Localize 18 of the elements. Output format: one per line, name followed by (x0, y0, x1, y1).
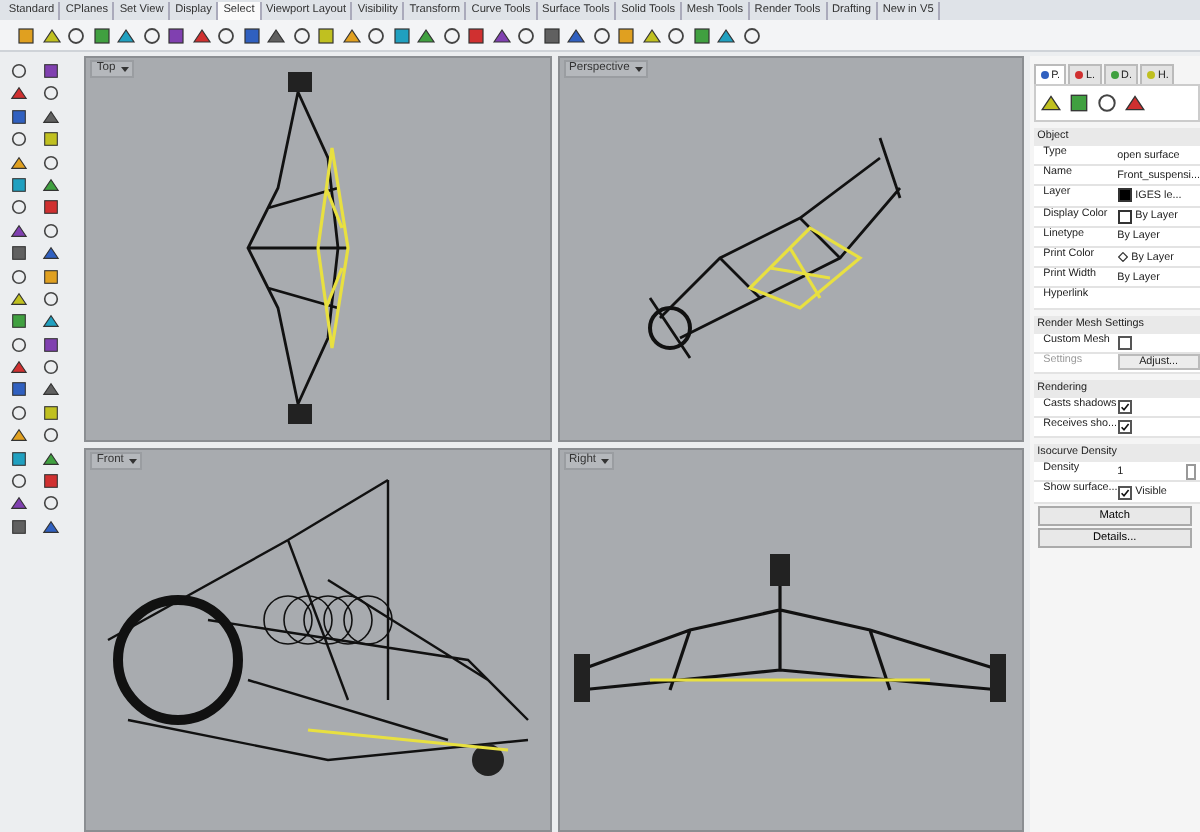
dropdown-arrow-icon[interactable] (600, 453, 611, 467)
tool-icon[interactable] (1095, 92, 1118, 114)
tool-icon[interactable] (1067, 92, 1090, 114)
spinner-icon[interactable] (1186, 463, 1196, 480)
tool-icon[interactable] (1123, 92, 1146, 114)
dropdown-arrow-icon[interactable] (633, 62, 644, 76)
dropdown-arrow-icon[interactable] (127, 453, 138, 467)
panel-tab-icon (1145, 70, 1156, 80)
panel-tab-icon (1074, 70, 1085, 80)
checkbox[interactable] (1117, 335, 1132, 350)
checkbox[interactable] (1117, 399, 1132, 414)
checkbox[interactable] (1117, 485, 1132, 500)
panel-tab-icon (1039, 70, 1050, 80)
panel-tab-icon (1109, 70, 1120, 80)
dropdown-arrow-icon[interactable] (119, 62, 130, 76)
checkbox[interactable] (1117, 420, 1132, 435)
diamond-icon (1117, 252, 1128, 263)
tool-icon[interactable] (1039, 92, 1062, 114)
